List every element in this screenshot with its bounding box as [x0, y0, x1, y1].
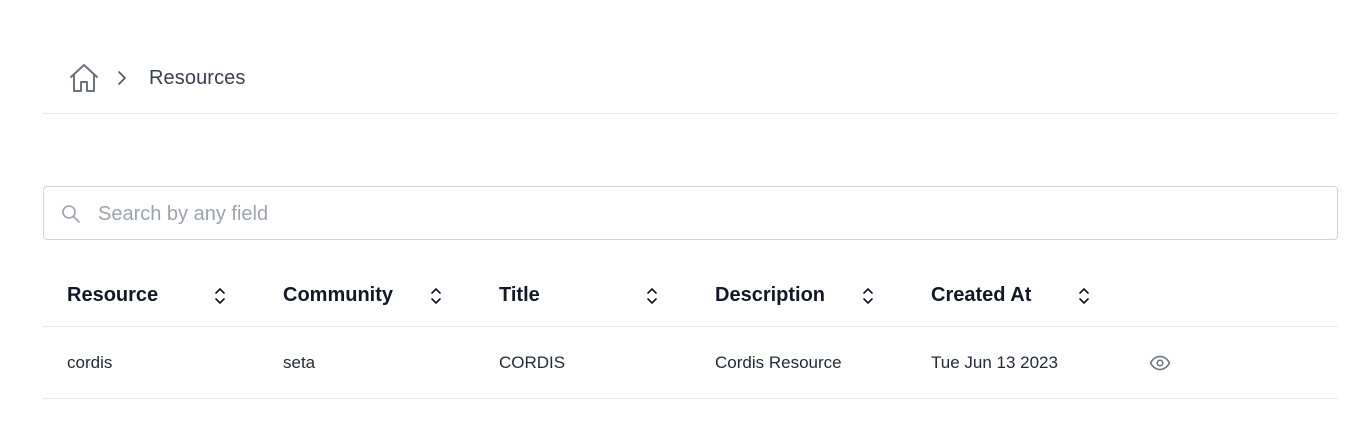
cell-description: Cordis Resource: [715, 352, 842, 372]
search-icon: [61, 204, 81, 224]
breadcrumb-current: Resources: [149, 66, 246, 89]
table-header-row: Resource Community Title Description Cre…: [43, 265, 1338, 327]
cell-community: seta: [283, 352, 316, 372]
column-header-description[interactable]: Description: [691, 265, 907, 327]
breadcrumb: Resources: [67, 60, 246, 96]
column-header-label: Resource: [67, 284, 159, 306]
cell-actions: [1123, 355, 1338, 371]
search-input[interactable]: [98, 197, 1318, 231]
column-header-label: Description: [715, 284, 826, 306]
cell-resource: cordis: [67, 352, 113, 372]
column-header-label: Community: [283, 284, 393, 306]
column-header-created-at[interactable]: Created At: [907, 265, 1123, 327]
header-divider: [43, 113, 1338, 114]
sort-icon[interactable]: [213, 286, 227, 306]
home-icon[interactable]: [67, 61, 101, 95]
table-row[interactable]: cordis seta CORDIS Cordis Resource Tue J…: [43, 327, 1338, 399]
resources-table: Resource Community Title Description Cre…: [43, 265, 1338, 399]
chevron-right-icon: [117, 70, 131, 86]
table-body: cordis seta CORDIS Cordis Resource Tue J…: [43, 327, 1338, 399]
column-header-title[interactable]: Title: [475, 265, 691, 327]
sort-icon[interactable]: [861, 286, 875, 306]
eye-icon[interactable]: [1149, 355, 1171, 371]
cell-title: CORDIS: [499, 352, 566, 372]
cell-created-at: Tue Jun 13 2023: [931, 352, 1058, 372]
column-header-community[interactable]: Community: [259, 265, 475, 327]
column-header-resource[interactable]: Resource: [43, 265, 259, 327]
column-header-label: Created At: [931, 284, 1032, 306]
sort-icon[interactable]: [1077, 286, 1091, 306]
column-header-actions: [1123, 265, 1338, 327]
search-box: [43, 186, 1338, 240]
sort-icon[interactable]: [429, 286, 443, 306]
column-header-label: Title: [499, 284, 540, 306]
sort-icon[interactable]: [645, 286, 659, 306]
resources-page: Resources Resource Community: [0, 0, 1356, 421]
